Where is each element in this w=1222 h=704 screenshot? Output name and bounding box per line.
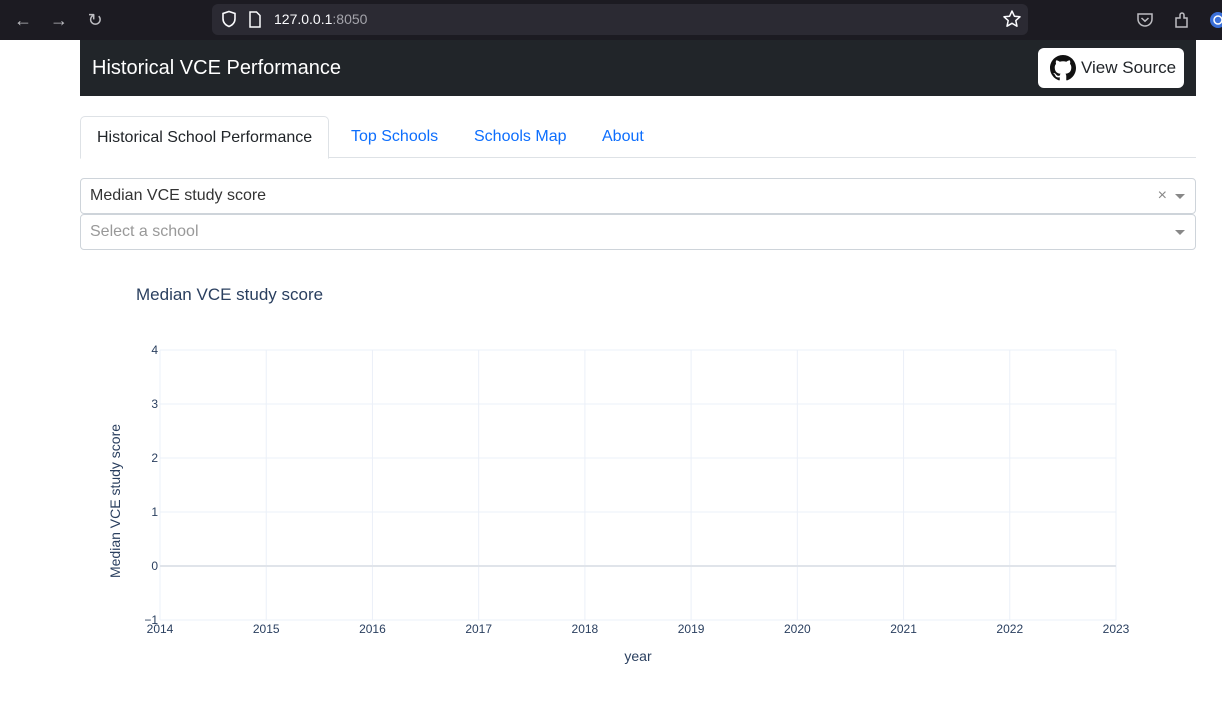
x-tick-label: 2020 [784,622,811,636]
tab-schools-map[interactable]: Schools Map [458,116,583,158]
extensions-icon[interactable] [1172,10,1192,30]
line-chart[interactable]: 2 0 1 4 2015 2016 2017 2018 2019 2020 2021 2022 2023… [100,330,1160,670]
x-tick-label: 2018 [572,622,599,636]
tab-bar: Historical School Performance Top School… [80,116,1196,159]
forward-icon[interactable]: → [47,8,71,32]
shield-icon[interactable] [220,10,238,28]
metric-dropdown[interactable]: Median VCE study score × [80,178,1196,214]
tab-about[interactable]: About [586,116,660,158]
metric-dropdown-value: Median VCE study score [90,187,267,204]
tab-historical-school-performance[interactable]: Historical School Performance [80,116,330,159]
back-icon[interactable]: ← [11,8,35,32]
browser-toolbar: ← → ↻ 127.0.0.1:8050 [0,0,1222,40]
y-tick-label: 4 [151,343,158,357]
url-text[interactable]: 127.0.0.1:8050 [274,11,367,27]
view-source-label: View Source [1081,58,1177,77]
x-axis-title: year [624,648,652,664]
chevron-down-icon[interactable] [1175,230,1185,235]
x-tick-label: 2019 [678,622,705,636]
x-tick-label: 2021 [890,622,917,636]
y-tick-label: 3 [151,397,158,411]
chart-title: Median VCE study score [136,285,324,304]
x-tick-label: 2015 [253,622,280,636]
y-tick-label: 2 [151,451,158,465]
app-navbar: Historical VCE Performance View Source [80,40,1196,96]
x-tick-label: 2017 [465,622,492,636]
github-icon [1050,55,1076,81]
chart-ticks: 2 0 1 4 2015 2016 2017 2018 2019 2020 2021 2022 2023… [144,343,1129,636]
account-icon[interactable] [1208,10,1222,30]
y-tick-label: −1 [144,613,158,627]
page-icon [249,11,261,28]
bookmark-star-icon[interactable] [1002,9,1022,29]
tab-top-schools[interactable]: Top Schools [335,116,454,158]
x-tick-label: 2016 [359,622,386,636]
address-bar[interactable]: 127.0.0.1:8050 [212,4,1028,35]
chevron-down-icon[interactable] [1175,194,1185,199]
chart-grid [159,349,1117,621]
app-title: Historical VCE Performance [92,57,341,79]
y-tick-label: 1 [151,505,158,519]
clear-icon[interactable]: × [1158,187,1167,205]
school-dropdown-placeholder: Select a school [90,223,199,240]
y-axis-title: Median VCE study score [107,424,123,578]
x-tick-label: 2022 [996,622,1023,636]
pocket-icon[interactable] [1135,10,1155,30]
view-source-button[interactable]: View Source [1038,48,1184,88]
x-tick-label: 2023 [1103,622,1130,636]
school-dropdown[interactable]: Select a school [80,214,1196,250]
reload-icon[interactable]: ↻ [83,8,107,32]
y-tick-label: 0 [151,559,158,573]
